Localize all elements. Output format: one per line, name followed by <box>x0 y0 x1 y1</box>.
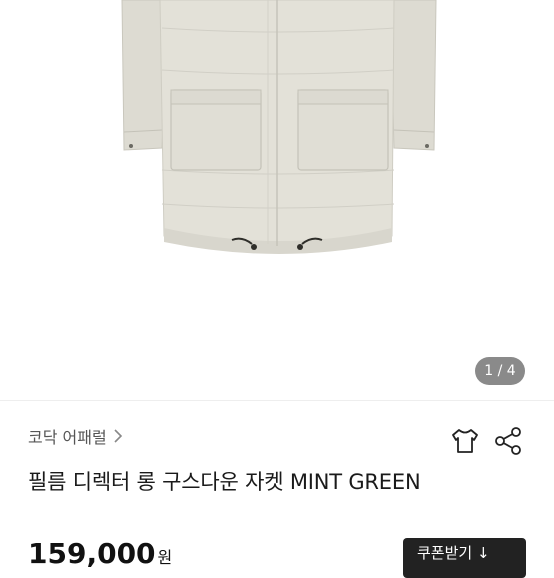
share-icon[interactable] <box>492 425 524 457</box>
shirt-outline-icon[interactable] <box>449 425 481 457</box>
coupon-download-button[interactable]: 쿠폰받기 ↓ <box>403 538 526 578</box>
chevron-right-icon <box>114 429 122 443</box>
product-image-gallery[interactable]: 1 / 4 <box>0 0 554 400</box>
product-image <box>121 0 437 254</box>
price-currency: 원 <box>157 548 173 567</box>
brand-name: 코닥 어패럴 <box>28 428 107 447</box>
product-title: 필름 디렉터 롱 구스다운 자켓 MINT GREEN <box>28 470 421 494</box>
divider <box>0 400 554 401</box>
image-page-indicator: 1 / 4 <box>475 357 525 385</box>
brand-link[interactable]: 코닥 어패럴 <box>28 424 123 448</box>
